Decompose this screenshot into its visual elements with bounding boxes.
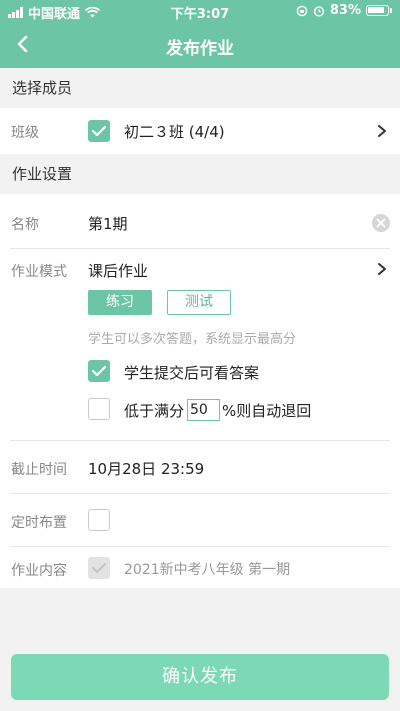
class-label: 班级 xyxy=(11,125,39,141)
content-label: 作业内容 xyxy=(11,563,67,579)
chip-practice[interactable]: 练习 xyxy=(88,290,152,315)
chip-test[interactable]: 测试 xyxy=(167,290,231,315)
percent-input[interactable]: 50 xyxy=(187,399,220,421)
chevron-right-icon[interactable] xyxy=(376,262,388,276)
divider xyxy=(10,440,390,441)
battery-percent: 83% xyxy=(329,3,361,18)
divider xyxy=(10,493,390,494)
deadline-value[interactable]: 10月28日 23:59 xyxy=(88,458,204,479)
class-checkbox[interactable] xyxy=(88,120,110,142)
mode-hint: 学生可以多次答题，系统显示最高分 xyxy=(88,332,297,347)
auto-return-prefix: 低于满分 xyxy=(124,402,185,420)
divider xyxy=(10,248,390,249)
battery-icon xyxy=(366,5,389,16)
name-input[interactable]: 第1期 xyxy=(88,213,128,234)
class-value: 初二３班 (4/4) xyxy=(124,123,225,141)
auto-return-suffix: %则自动退回 xyxy=(222,402,312,420)
nav-bar: 发布作业 xyxy=(0,22,400,68)
view-answer-label: 学生提交后可看答案 xyxy=(124,364,260,382)
class-row[interactable]: 班级 初二３班 (4/4) xyxy=(0,108,400,154)
check-icon xyxy=(91,365,107,377)
lock-rotation-icon xyxy=(296,5,308,16)
confirm-publish-button[interactable]: 确认发布 xyxy=(11,654,389,700)
name-label: 名称 xyxy=(11,217,39,233)
scheduled-checkbox[interactable] xyxy=(88,509,110,531)
auto-return-checkbox[interactable] xyxy=(88,398,110,420)
deadline-label: 截止时间 xyxy=(11,462,67,478)
view-answer-checkbox[interactable] xyxy=(88,360,110,382)
section-header-settings: 作业设置 xyxy=(0,154,400,194)
status-bar: 中国联通 下午3:07 83% xyxy=(0,0,400,22)
mode-value[interactable]: 课后作业 xyxy=(88,260,148,281)
section-header-members: 选择成员 xyxy=(0,68,400,108)
footer: 确认发布 xyxy=(0,636,400,711)
content-checkbox xyxy=(88,557,110,579)
mode-label: 作业模式 xyxy=(11,264,67,280)
page-title: 发布作业 xyxy=(166,39,234,59)
settings-card: 名称 第1期 作业模式 课后作业 练习 测试 学生可以多次答题，系统显示最高分 … xyxy=(0,194,400,588)
app-header: 中国联通 下午3:07 83% 发布作业 xyxy=(0,0,400,68)
check-icon xyxy=(91,562,107,574)
scheduled-label: 定时布置 xyxy=(11,515,67,531)
clear-icon[interactable] xyxy=(372,214,390,232)
chevron-right-icon xyxy=(378,125,386,137)
alarm-icon xyxy=(313,5,324,17)
divider xyxy=(10,546,390,547)
content-value: 2021新中考八年级 第一期 xyxy=(124,562,291,578)
check-icon xyxy=(91,125,107,137)
